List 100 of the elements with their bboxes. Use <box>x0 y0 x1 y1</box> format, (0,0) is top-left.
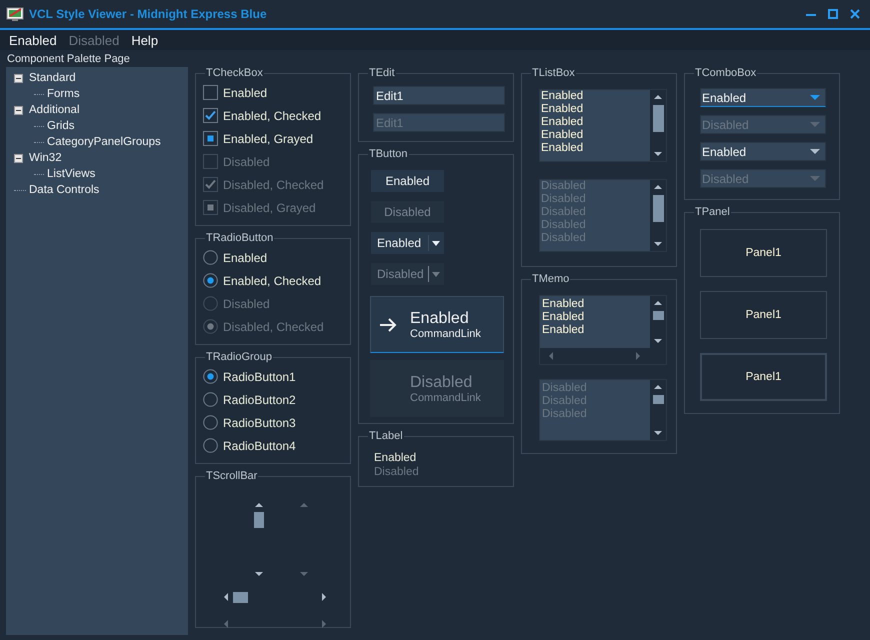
dropdown-arrow-icon <box>810 176 820 181</box>
caret-icon <box>432 240 440 246</box>
group-title: TLabel <box>368 430 404 442</box>
arrow-down-icon <box>654 151 662 157</box>
arrow-down-icon <box>300 571 308 577</box>
radio-button[interactable] <box>203 438 218 453</box>
arrow-up-icon <box>654 300 662 306</box>
list-item[interactable]: Enabled <box>541 142 650 155</box>
group-title: TPanel <box>694 206 731 218</box>
menu-item[interactable]: Enabled <box>3 32 63 48</box>
arrow-down-icon <box>654 430 662 436</box>
memo-box[interactable]: Enabled Enabled Enabled <box>539 295 667 365</box>
list-item[interactable]: Enabled <box>541 129 650 142</box>
checkbox-label: Enabled, Checked <box>223 108 322 122</box>
collapse-icon[interactable] <box>14 106 23 114</box>
checkbox-label: Enabled <box>223 86 268 100</box>
radio-button[interactable] <box>203 369 218 384</box>
radio-label: RadioButton4 <box>223 438 296 452</box>
tree-item[interactable]: Forms <box>47 88 80 100</box>
radio-button[interactable] <box>203 273 218 288</box>
radio-button[interactable] <box>203 392 218 407</box>
text-field[interactable]: Edit1 <box>373 86 505 105</box>
label-text: Disabled <box>373 466 420 478</box>
dropdown-arrow-icon <box>810 149 820 154</box>
radio-label: Enabled, Checked <box>223 274 322 288</box>
tree-item[interactable]: Additional <box>29 104 80 116</box>
tree-item[interactable]: Data Controls <box>29 184 100 196</box>
radio-label: RadioButton3 <box>223 416 296 430</box>
dropdown-arrow-icon <box>810 95 820 100</box>
arrow-up-icon <box>654 184 662 190</box>
section-label: Component Palette Page <box>6 52 131 67</box>
scroll-thumb[interactable] <box>652 311 664 320</box>
split-button[interactable]: Enabled <box>371 232 444 254</box>
checkbox-label: Disabled, Checked <box>223 178 324 192</box>
memo-line: Disabled <box>542 382 588 395</box>
panel: Panel1 <box>700 353 827 401</box>
group-title: TEdit <box>368 67 396 79</box>
radio-button[interactable] <box>203 415 218 430</box>
radio-label: Disabled <box>223 296 270 310</box>
tree-item[interactable]: Win32 <box>29 152 62 164</box>
combo-box[interactable]: Enabled <box>700 88 826 107</box>
group-title: TRadioGroup <box>205 351 274 363</box>
collapse-icon[interactable] <box>14 154 23 162</box>
list-item[interactable]: Enabled <box>541 116 650 129</box>
window-title: VCL Style Viewer - Midnight Express Blue <box>29 7 268 21</box>
tree-item[interactable]: Grids <box>47 120 74 132</box>
list-item[interactable]: Enabled <box>541 90 650 103</box>
tree-item[interactable]: ListViews <box>47 168 96 180</box>
radio-button[interactable] <box>203 250 218 265</box>
checkbox-label: Enabled, Grayed <box>223 132 314 146</box>
arrow-down-icon <box>654 338 662 344</box>
list-box[interactable]: Enabled Enabled Enabled Enabled Enabled <box>539 89 667 162</box>
arrow-down-icon <box>255 571 263 577</box>
command-link-button[interactable]: Enabled CommandLink <box>370 296 504 353</box>
list-item[interactable]: Enabled <box>541 103 650 116</box>
combo-box[interactable]: Enabled <box>700 142 826 161</box>
memo-line: Disabled <box>542 395 588 408</box>
group-title: TListBox <box>531 67 576 79</box>
arrow-down-icon <box>654 241 662 247</box>
memo-line: Enabled <box>542 324 586 337</box>
group-title: TCheckBox <box>205 67 264 79</box>
checkbox[interactable] <box>203 131 218 146</box>
checkbox-label: Disabled, Grayed <box>223 200 316 214</box>
arrow-right-icon <box>635 352 641 360</box>
memo-line: Disabled <box>542 408 588 421</box>
caret-icon <box>432 272 440 276</box>
radio-label: Enabled <box>223 250 268 264</box>
dropdown-arrow-icon <box>810 122 820 127</box>
checkbox-label: Disabled <box>223 154 270 168</box>
panel: Panel1 <box>700 229 827 277</box>
app-icon <box>6 7 24 21</box>
radio-label: RadioButton1 <box>223 370 296 384</box>
arrow-left-icon <box>548 352 554 360</box>
group-title: TButton <box>368 148 409 160</box>
memo-line: Enabled <box>542 298 586 311</box>
group-title: TRadioButton <box>205 232 274 244</box>
arrow-up-icon <box>654 94 662 100</box>
checkbox[interactable] <box>203 85 218 100</box>
scroll-thumb[interactable] <box>254 512 264 528</box>
group-title: TScrollBar <box>205 470 258 482</box>
tree-item[interactable]: CategoryPanelGroups <box>47 136 161 148</box>
menu-item[interactable]: Help <box>125 32 164 48</box>
scroll-thumb[interactable] <box>652 105 664 132</box>
radio-label: Disabled, Checked <box>223 320 324 334</box>
tree-item[interactable]: Standard <box>29 72 76 84</box>
panel: Panel1 <box>700 291 827 339</box>
arrow-right-icon <box>321 620 327 628</box>
close-icon[interactable] <box>850 9 860 19</box>
checkbox[interactable] <box>203 108 218 123</box>
radio-label: RadioButton2 <box>223 392 296 406</box>
scroll-thumb[interactable] <box>233 592 248 602</box>
group-title: TMemo <box>531 273 570 285</box>
arrow-right-icon <box>321 593 327 601</box>
label-text: Enabled <box>373 452 418 464</box>
arrow-right-icon <box>379 318 397 332</box>
collapse-icon[interactable] <box>14 74 23 82</box>
arrow-up-icon <box>654 384 662 390</box>
maximize-icon[interactable] <box>828 9 838 19</box>
button[interactable]: Enabled <box>371 170 444 192</box>
memo-line: Enabled <box>542 311 586 324</box>
